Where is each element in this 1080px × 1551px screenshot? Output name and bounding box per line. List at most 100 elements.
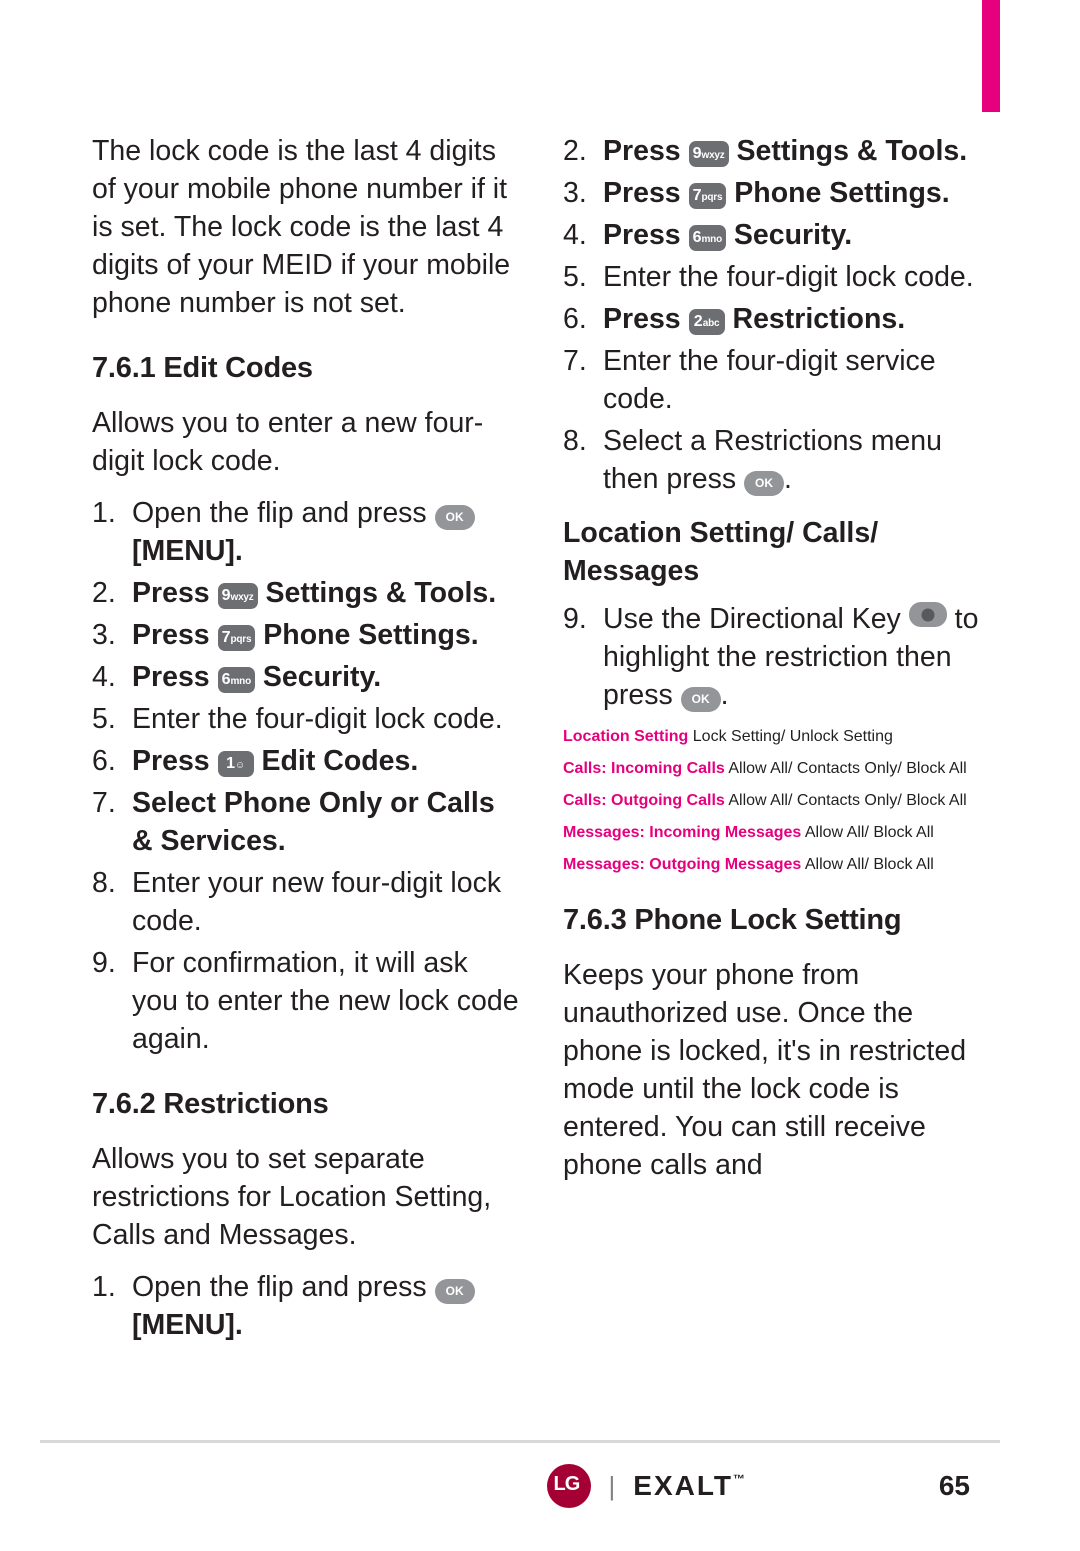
step-number: 7.	[92, 787, 116, 819]
step-number: 6.	[563, 303, 587, 335]
step-number: 4.	[92, 661, 116, 693]
step-number: 3.	[92, 619, 116, 651]
lg-logo: | EXALT™	[546, 1464, 745, 1508]
heading-restrictions: 7.6.2 Restrictions	[92, 1088, 329, 1120]
phone-lock-setting-body: Keeps your phone from unauthorized use. …	[563, 959, 967, 1181]
step-text: Enter the four-digit lock code.	[132, 703, 503, 735]
step-item: 3. Press 7pqrs Phone Settings.	[92, 616, 521, 654]
key-2-abc-icon: 2abc	[688, 309, 725, 335]
step-text-post: Restrictions.	[724, 303, 906, 335]
step-number: 4.	[563, 219, 587, 251]
logo-divider: |	[608, 1470, 616, 1501]
step-item: 8. Select a Restrictions menu then press …	[563, 422, 992, 498]
step-number: 9.	[563, 603, 587, 635]
edit-codes-intro: Allows you to enter a new four-digit loc…	[92, 407, 484, 477]
step-number: 8.	[563, 425, 587, 457]
option-values: Allow All/ Block All	[804, 856, 934, 873]
key-letters: pqrs	[230, 634, 252, 645]
step-text: For confirmation, it will ask you to ent…	[132, 947, 519, 1055]
step-text: Press	[132, 745, 218, 777]
key-letters: wxyz	[230, 592, 254, 603]
step-text-post: Edit Codes.	[253, 745, 419, 777]
step-item: 7. Select Phone Only or Calls & Services.	[92, 784, 521, 860]
manual-page: The lock code is the last 4 digits of yo…	[92, 132, 992, 1348]
key-digit: 2	[693, 313, 703, 330]
step-number: 6.	[92, 745, 116, 777]
step-text-post: [MENU].	[132, 1309, 243, 1341]
step-item: 2. Press 9wxyz Settings & Tools.	[563, 132, 992, 170]
step-text-post: Security.	[255, 661, 382, 693]
right-column: 2. Press 9wxyz Settings & Tools. 3. Press …	[563, 132, 992, 1348]
step-number: 2.	[563, 135, 587, 167]
key-letters: mno	[230, 676, 251, 687]
step-text-post: [MENU].	[132, 535, 243, 567]
directional-key-icon	[908, 602, 947, 627]
step-text: Press	[603, 177, 689, 209]
ok-key-icon: OK	[434, 505, 475, 530]
step-item: 4. Press 6mno Security.	[563, 216, 992, 254]
step-number: 1.	[92, 497, 116, 529]
heading-edit-codes: 7.6.1 Edit Codes	[92, 352, 313, 384]
page-footer: | EXALT™ 65	[40, 1460, 1000, 1520]
option-outgoing-messages: Messages: Outgoing Messages Allow All/ B…	[563, 856, 992, 874]
key-9-wxyz-icon: 9wxyz	[688, 141, 729, 167]
step-text: Press	[132, 619, 218, 651]
step-text-post: .	[720, 679, 729, 711]
ok-key-icon: OK	[744, 471, 784, 496]
step-text: Open the flip and press	[132, 497, 435, 529]
step-number: 8.	[92, 867, 116, 899]
step-number: 5.	[92, 703, 116, 735]
key-6-mno-icon: 6mno	[217, 667, 255, 693]
option-label: Messages: Outgoing Messages	[563, 856, 802, 873]
step-text: Enter the four-digit service code.	[603, 345, 936, 415]
step-text: Select Phone Only or Calls & Services.	[132, 787, 495, 857]
step-number: 3.	[563, 177, 587, 209]
step-number: 7.	[563, 345, 587, 377]
step-text-post: Phone Settings.	[255, 619, 479, 651]
step-text: Use the Directional Key	[603, 603, 909, 635]
step-text-post: Security.	[726, 219, 853, 251]
key-1-icon: 1☺	[217, 751, 254, 777]
ok-key-icon: OK	[680, 687, 721, 712]
step-item: 8. Enter your new four-digit lock code.	[92, 864, 521, 940]
step-text-post: Phone Settings.	[726, 177, 950, 209]
step-item: 2. Press 9wxyz Settings & Tools.	[92, 574, 521, 612]
key-7-pqrs-icon: 7pqrs	[217, 625, 256, 651]
restrictions-steps-continued: 2. Press 9wxyz Settings & Tools. 3. Press …	[563, 132, 992, 498]
key-letters: mno	[701, 234, 722, 245]
model-label: EXALT	[633, 1470, 733, 1501]
step-item: 4. Press 6mno Security.	[92, 658, 521, 696]
option-incoming-messages: Messages: Incoming Messages Allow All/ B…	[563, 824, 992, 842]
step-number: 1.	[92, 1271, 116, 1303]
restrictions-step-9: 9. Use the Directional Key to highlight t…	[563, 600, 992, 714]
step-number: 5.	[563, 261, 587, 293]
key-letters: ☺	[235, 760, 246, 771]
restrictions-steps: 1. Open the flip and press OK [MENU].	[92, 1268, 521, 1344]
option-label: Calls: Outgoing Calls	[563, 792, 725, 809]
step-item: 7. Enter the four-digit service code.	[563, 342, 992, 418]
key-letters: abc	[702, 318, 720, 329]
step-text-post: Settings & Tools.	[257, 577, 497, 609]
step-item: 5. Enter the four-digit lock code.	[92, 700, 521, 738]
step-text: Open the flip and press	[132, 1271, 435, 1303]
step-item: 9. For confirmation, it will ask you to e…	[92, 944, 521, 1058]
heading-phone-lock-setting: 7.6.3 Phone Lock Setting	[563, 904, 902, 936]
key-letters: pqrs	[701, 192, 723, 203]
footer-divider	[40, 1440, 1000, 1443]
lg-circle-icon	[546, 1464, 591, 1508]
step-text: Press	[603, 303, 689, 335]
key-9-wxyz-icon: 9wxyz	[217, 583, 258, 609]
step-item: 3. Press 7pqrs Phone Settings.	[563, 174, 992, 212]
step-text-post: Settings & Tools.	[728, 135, 968, 167]
step-text: Press	[603, 135, 689, 167]
option-values: Allow All/ Contacts Only/ Block All	[728, 792, 967, 809]
step-number: 2.	[92, 577, 116, 609]
step-text: Press	[132, 661, 218, 693]
step-text: Press	[603, 219, 689, 251]
option-location-setting: Location Setting Lock Setting/ Unlock Se…	[563, 728, 992, 746]
step-text: Enter your new four-digit lock code.	[132, 867, 502, 937]
option-values: Allow All/ Block All	[804, 824, 934, 841]
subheading-location-calls-messages: Location Setting/ Calls/ Messages	[563, 517, 879, 587]
model-name: EXALT™	[633, 1470, 745, 1502]
step-text: Press	[132, 577, 218, 609]
